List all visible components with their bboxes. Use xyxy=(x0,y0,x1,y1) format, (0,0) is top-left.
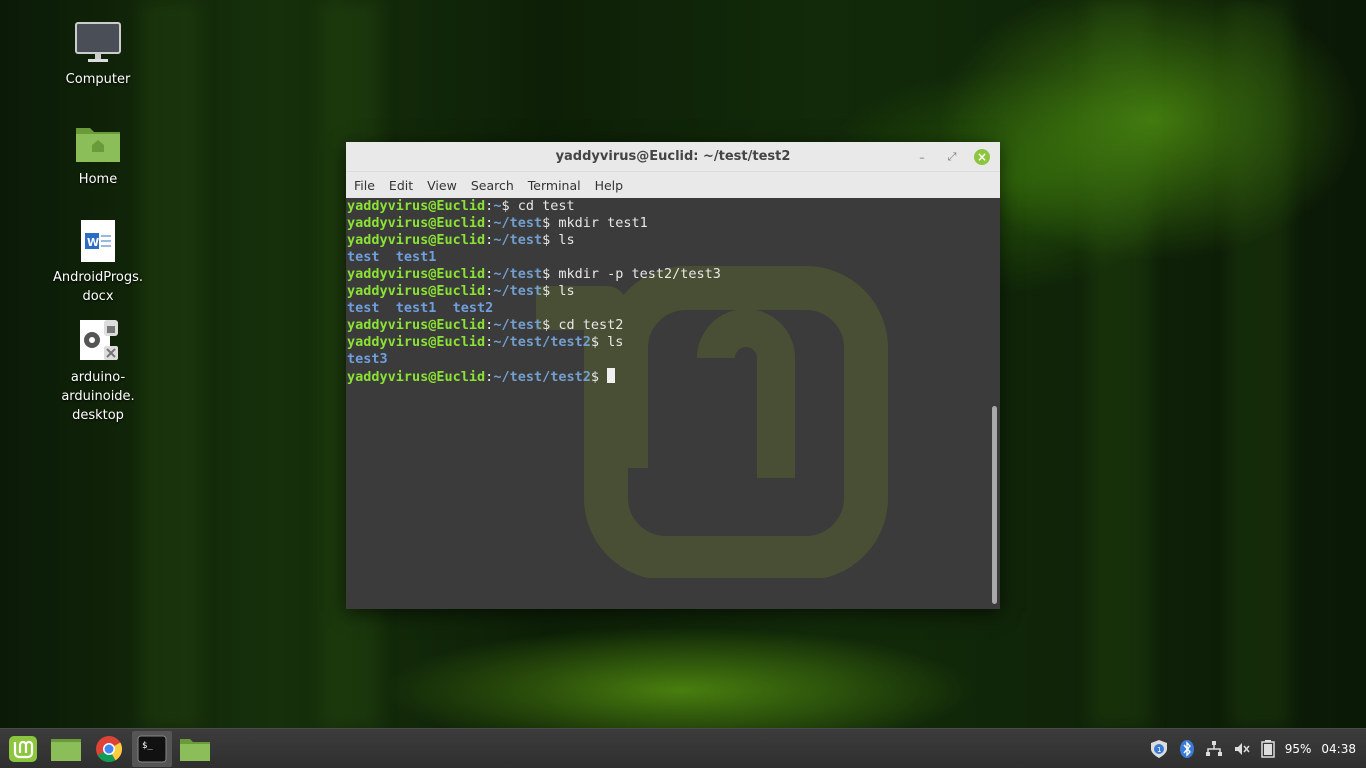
desktop-icon-label-line3: desktop xyxy=(72,408,124,423)
minimize-button[interactable]: – xyxy=(914,149,930,165)
terminal-prompt-line: yaddyvirus@Euclid:~/test$ cd test2 xyxy=(347,317,624,333)
prompt-path: ~/test xyxy=(493,317,543,333)
desktop-icon-label-line1: AndroidProgs. xyxy=(52,270,144,285)
desktop-icon-androidprogs[interactable]: W AndroidProgs. docx xyxy=(48,218,148,306)
desktop-icon-label: Computer xyxy=(65,72,131,87)
prompt-user: yaddyvirus@Euclid xyxy=(347,198,486,214)
desktop-icon-arduino[interactable]: arduino- arduinoide. desktop xyxy=(48,318,148,425)
mint-menu-button[interactable] xyxy=(3,731,43,767)
files-icon xyxy=(51,738,81,761)
chrome-icon xyxy=(96,735,123,762)
prompt-path: ~/test xyxy=(493,283,543,299)
menu-bar: File Edit View Search Terminal Help xyxy=(346,172,1000,198)
taskbar-folder-button[interactable] xyxy=(175,731,215,767)
volume-icon[interactable] xyxy=(1233,740,1251,758)
prompt-path: ~/test xyxy=(493,232,543,248)
prompt-user: yaddyvirus@Euclid xyxy=(347,266,486,282)
desktop-icon-label-line2: docx xyxy=(82,289,114,304)
terminal-prompt-line: yaddyvirus@Euclid:~/test/test2$ xyxy=(347,368,721,386)
prompt-user: yaddyvirus@Euclid xyxy=(347,215,486,231)
prompt-command: $ cd test xyxy=(501,198,575,214)
computer-icon xyxy=(73,20,123,66)
system-tray: 1 95% 04:38 xyxy=(1149,729,1366,768)
prompt-command: $ xyxy=(590,369,608,385)
terminal-prompt-line: yaddyvirus@Euclid:~/test$ ls xyxy=(347,232,575,248)
terminal-prompt-line: yaddyvirus@Euclid:~/test$ mkdir -p test2… xyxy=(347,266,721,282)
prompt-user: yaddyvirus@Euclid xyxy=(347,283,486,299)
prompt-path: ~/test/test2 xyxy=(493,369,591,385)
directory-listing: test test1 test2 xyxy=(347,300,494,316)
desktop-icon-label-line1: arduino- xyxy=(70,370,126,385)
desktop-icon-home[interactable]: Home xyxy=(48,120,148,189)
taskbar-chrome-button[interactable] xyxy=(89,731,129,767)
window-titlebar[interactable]: yaddyvirus@Euclid: ~/test/test2 – ⤢ × xyxy=(346,142,1000,172)
prompt-command: $ ls xyxy=(542,283,575,299)
prompt-user: yaddyvirus@Euclid xyxy=(347,317,486,333)
svg-text:1: 1 xyxy=(1157,746,1161,754)
prompt-path: ~/test/test2 xyxy=(493,334,591,350)
menu-file[interactable]: File xyxy=(354,178,375,193)
prompt-command: $ ls xyxy=(590,334,624,350)
bluetooth-icon[interactable] xyxy=(1179,739,1195,759)
terminal-prompt-line: yaddyvirus@Euclid:~/test/test2$ ls xyxy=(347,334,624,350)
terminal-cursor xyxy=(607,368,616,383)
network-icon[interactable] xyxy=(1205,740,1223,758)
desktop-icon-computer[interactable]: Computer xyxy=(48,20,148,89)
taskbar-terminal-button[interactable]: $_ xyxy=(132,730,172,767)
terminal-scrollbar[interactable] xyxy=(992,406,997,604)
prompt-command: $ mkdir -p test2/test3 xyxy=(542,266,721,282)
directory-listing: test test1 xyxy=(347,249,437,265)
prompt-path: ~/test xyxy=(493,266,543,282)
prompt-command: $ cd test2 xyxy=(542,317,624,333)
directory-listing: test3 xyxy=(347,351,388,367)
prompt-user: yaddyvirus@Euclid xyxy=(347,334,486,350)
menu-help[interactable]: Help xyxy=(595,178,624,193)
prompt-user: yaddyvirus@Euclid xyxy=(347,232,486,248)
battery-percentage[interactable]: 95% xyxy=(1285,742,1312,756)
folder-icon xyxy=(180,738,210,761)
svg-text:$_: $_ xyxy=(142,741,153,751)
terminal-prompt-line: yaddyvirus@Euclid:~/test$ mkdir test1 xyxy=(347,215,648,231)
terminal-icon: $_ xyxy=(137,735,167,762)
menu-edit[interactable]: Edit xyxy=(389,178,413,193)
menu-terminal[interactable]: Terminal xyxy=(528,178,581,193)
menu-view[interactable]: View xyxy=(427,178,457,193)
prompt-command: $ mkdir test1 xyxy=(542,215,648,231)
mint-menu-icon xyxy=(9,735,37,762)
terminal-area[interactable]: yaddyvirus@Euclid:~$ cd test yaddyvirus@E… xyxy=(346,198,1000,609)
maximize-button[interactable]: ⤢ xyxy=(944,149,960,165)
menu-search[interactable]: Search xyxy=(471,178,514,193)
window-title: yaddyvirus@Euclid: ~/test/test2 xyxy=(555,149,791,164)
desktop-icon-label-line2: arduinoide. xyxy=(61,389,135,404)
shield-update-icon[interactable]: 1 xyxy=(1149,739,1169,759)
prompt-path: ~/test xyxy=(493,215,543,231)
terminal-prompt-line: yaddyvirus@Euclid:~$ cd test xyxy=(347,198,575,214)
word-document-icon: W xyxy=(73,218,123,264)
taskbar: $_ 1 95% 04:38 xyxy=(0,728,1366,768)
svg-text:W: W xyxy=(87,236,99,249)
prompt-user: yaddyvirus@Euclid xyxy=(347,369,486,385)
prompt-command: $ ls xyxy=(542,232,575,248)
desktop-icon-label: Home xyxy=(78,172,118,187)
desktop-file-icon xyxy=(73,318,123,364)
terminal-output-line: test3 xyxy=(347,351,721,368)
terminal-output-line: test test1 xyxy=(347,249,721,266)
terminal-prompt-line: yaddyvirus@Euclid:~/test$ ls xyxy=(347,283,575,299)
taskbar-files-button[interactable] xyxy=(46,731,86,767)
battery-icon[interactable] xyxy=(1260,740,1275,758)
terminal-output: yaddyvirus@Euclid:~$ cd test yaddyvirus@E… xyxy=(347,198,721,386)
home-folder-icon xyxy=(73,120,123,166)
clock[interactable]: 04:38 xyxy=(1321,742,1356,756)
terminal-output-line: test test1 test2 xyxy=(347,300,721,317)
close-button[interactable]: × xyxy=(974,149,990,165)
terminal-window[interactable]: yaddyvirus@Euclid: ~/test/test2 – ⤢ × Fi… xyxy=(346,142,1000,609)
